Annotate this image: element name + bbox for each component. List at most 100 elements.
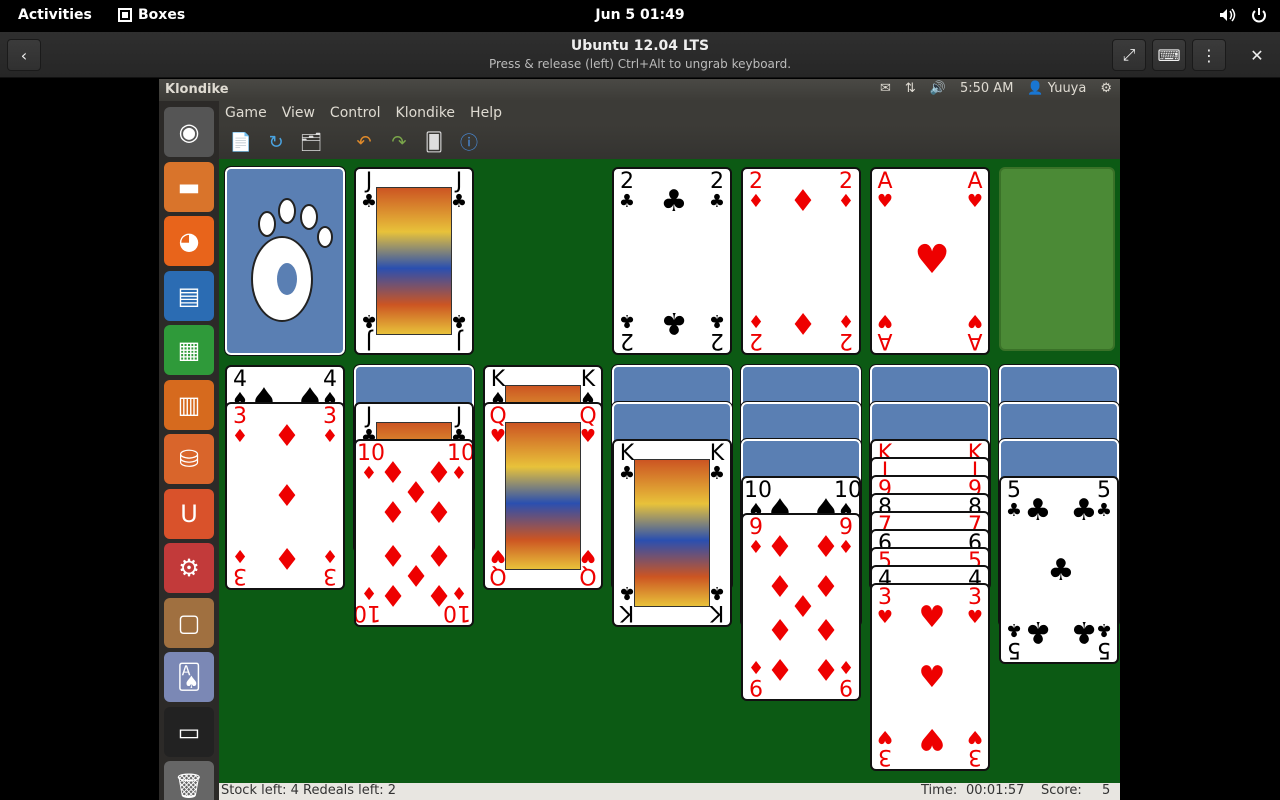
stock-left: Stock left: 4 <box>221 783 299 798</box>
score-label: Score: <box>1041 783 1082 798</box>
gnome-top-bar: Activities Boxes Jun 5 01:49 <box>0 0 1280 32</box>
tableau-card[interactable]: 10 ♦ 10 ♦ 10 ♦ 10 ♦ ♦ ♦ ♦ ♦ ♦ ♦ ♦ ♦ ♦ ♦ <box>354 439 474 627</box>
user-menu[interactable]: 👤 Yuuya <box>1027 81 1086 96</box>
tableau-card[interactable]: Q ♥ Q ♥ Q ♥ Q ♥ <box>483 402 603 590</box>
firefox-icon[interactable]: ◕ <box>164 216 214 266</box>
new-game-icon: 📄 <box>229 131 253 153</box>
keyboard-button[interactable]: ⌨ <box>1152 39 1186 71</box>
keyboard-icon: ⌨ <box>1157 45 1181 65</box>
power-icon <box>1252 8 1266 23</box>
card-corner-index: 2 ♣ <box>618 310 636 353</box>
system-settings-icon[interactable]: ⚙ <box>164 543 214 593</box>
undo-icon: ↶ <box>356 131 372 153</box>
aisleriot-solitaire-icon[interactable]: 🂡 <box>164 652 214 702</box>
tableau-card[interactable]: 3 ♥ 3 ♥ 3 ♥ 3 ♥ ♥ ♥ ♥ <box>870 583 990 771</box>
suit-pip: ♣ <box>1047 553 1075 588</box>
redo-button[interactable]: ↷ <box>387 130 411 154</box>
fullscreen-button[interactable]: ⤢ <box>1112 39 1146 71</box>
card-corner-index: 2 ♦ <box>837 169 855 212</box>
libreoffice-calc-icon[interactable]: ▦ <box>164 325 214 375</box>
suit-pip: ♥ <box>914 237 950 283</box>
network-icon[interactable]: ⇅ <box>905 81 916 96</box>
software-center-icon[interactable]: ⛁ <box>164 434 214 484</box>
court-card-figure <box>505 422 581 570</box>
kebab-menu-icon: ⋮ <box>1201 45 1217 65</box>
restart-button[interactable]: ↻ <box>264 130 288 154</box>
gnome-foot-icon <box>251 198 333 322</box>
menu-view[interactable]: View <box>282 105 315 121</box>
menu-game[interactable]: Game <box>225 105 267 121</box>
mail-icon[interactable]: ✉ <box>880 81 891 96</box>
card-corner-index: 3 ♥ <box>876 585 894 628</box>
unity-clock[interactable]: 5:50 AM <box>960 81 1013 96</box>
card-corner-index: 2 ♣ <box>708 310 726 353</box>
terminal-icon[interactable]: ▭ <box>164 706 214 757</box>
suit-pip: ♦ <box>812 530 840 565</box>
close-icon: ✕ <box>1250 45 1264 65</box>
suit-pip: ♦ <box>766 611 794 646</box>
suit-pip: ♣ <box>1024 614 1052 649</box>
gear-icon[interactable]: ⚙ <box>1100 81 1112 96</box>
restart-icon: ↻ <box>268 131 284 153</box>
properties-menu-button[interactable]: ⋮ <box>1192 39 1226 71</box>
menu-control[interactable]: Control <box>330 105 381 121</box>
tableau-card[interactable]: 5 ♣ 5 ♣ 5 ♣ 5 ♣ ♣ ♣ ♣ ♣ ♣ <box>999 476 1119 664</box>
vm-display[interactable]: Klondike ✉ ⇅ 🔊 5:50 AM 👤 Yuuya ⚙ ◉ ▬ ◕ ▤ ▦ ▥ ⛁… <box>159 79 1120 800</box>
foundation-empty-slot[interactable] <box>999 167 1115 351</box>
waste-pile-card[interactable]: J ♣ J ♣ J ♣ J ♣ <box>354 167 474 355</box>
card-corner-index: 2 ♦ <box>747 169 765 212</box>
tableau-card[interactable]: K ♣ K ♣ K ♣ K ♣ <box>612 439 732 627</box>
files-icon[interactable]: ▬ <box>164 161 214 212</box>
foundation-card[interactable]: 2 ♦ 2 ♦ 2 ♦ 2 ♦ ♦ ♦ <box>741 167 861 355</box>
deal-button[interactable]: 🂠 <box>422 130 446 154</box>
ubuntu-one-icon[interactable]: U <box>164 488 214 539</box>
close-button[interactable]: ✕ <box>1240 39 1274 71</box>
trash-icon[interactable]: 🗑 <box>164 761 214 800</box>
suit-pip: ♦ <box>425 496 453 531</box>
app-menu-button[interactable]: Boxes <box>118 7 185 23</box>
foundation-card[interactable]: A ♥ A ♥ A ♥ A ♥ ♥ <box>870 167 990 355</box>
card-corner-index: 2 ♦ <box>837 310 855 353</box>
time-value: 00:01:57 <box>966 783 1025 798</box>
suit-pip: ♦ <box>766 651 794 686</box>
game-table[interactable]: J ♣ J ♣ J ♣ J ♣ 2 ♣ 2 ♣ 2 ♣ 2 ♣ ♣ ♣ 2 ♦ 2 ♦ 2 ♦ 2 ♦ ♦ ♦ A ♥ A ♥ A ♥ A ♥ ♥ 4 ♠ 4… <box>219 159 1120 785</box>
suit-pip: ♥ <box>918 721 946 756</box>
ubuntu-dash-icon[interactable]: ◉ <box>164 107 214 157</box>
suit-pip: ♣ <box>660 305 688 340</box>
suit-pip: ♦ <box>273 540 301 575</box>
undo-button[interactable]: ↶ <box>352 130 376 154</box>
stock-pile[interactable] <box>224 166 346 356</box>
unity-launcher: ◉ ▬ ◕ ▤ ▦ ▥ ⛁ U ⚙ ▢ 🂡 ▭ 🗑 <box>159 101 219 800</box>
foundation-card[interactable]: 2 ♣ 2 ♣ 2 ♣ 2 ♣ ♣ ♣ <box>612 167 732 355</box>
new-game-button[interactable]: 📄 <box>229 130 253 154</box>
menu-klondike[interactable]: Klondike <box>396 105 456 121</box>
select-game-button[interactable]: 🗂 <box>299 130 323 154</box>
menu-help[interactable]: Help <box>470 105 502 121</box>
suit-pip: ♦ <box>812 651 840 686</box>
app-name: Boxes <box>138 7 186 23</box>
hint-button[interactable]: ⓘ <box>457 130 481 154</box>
tableau-card[interactable]: 3 ♦ 3 ♦ 3 ♦ 3 ♦ ♦ ♦ ♦ <box>225 402 345 590</box>
clock[interactable]: Jun 5 01:49 <box>595 7 684 23</box>
workspace-switcher-icon[interactable]: ▢ <box>164 597 214 648</box>
suit-pip: ♥ <box>918 600 946 635</box>
score-value: 5 <box>1102 783 1111 798</box>
volume-icon[interactable]: 🔊 <box>930 81 946 96</box>
court-card-figure <box>376 187 452 335</box>
card-corner-index: A ♥ <box>876 169 894 212</box>
system-menu[interactable] <box>1218 6 1268 24</box>
unity-top-panel: Klondike ✉ ⇅ 🔊 5:50 AM 👤 Yuuya ⚙ <box>159 79 1120 101</box>
card-corner-index: 3 ♦ <box>321 404 339 447</box>
libreoffice-impress-icon[interactable]: ▥ <box>164 379 214 430</box>
suit-pip: ♦ <box>766 530 794 565</box>
toolbar: 📄 ↻ 🗂 ↶ ↷ 🂠 ⓘ <box>219 125 1120 159</box>
libreoffice-writer-icon[interactable]: ▤ <box>164 270 214 321</box>
tableau-card[interactable]: 9 ♦ 9 ♦ 9 ♦ 9 ♦ ♦ ♦ ♦ ♦ ♦ ♦ ♦ ♦ ♦ <box>741 513 861 701</box>
redo-icon: ↷ <box>391 131 407 153</box>
activities-button[interactable]: Activities <box>18 7 92 23</box>
card-corner-index: A ♥ <box>876 310 894 353</box>
boxes-icon <box>118 8 132 22</box>
user-name: Yuuya <box>1047 81 1087 96</box>
suit-pip: ♦ <box>273 419 301 454</box>
suit-pip: ♦ <box>789 305 817 340</box>
